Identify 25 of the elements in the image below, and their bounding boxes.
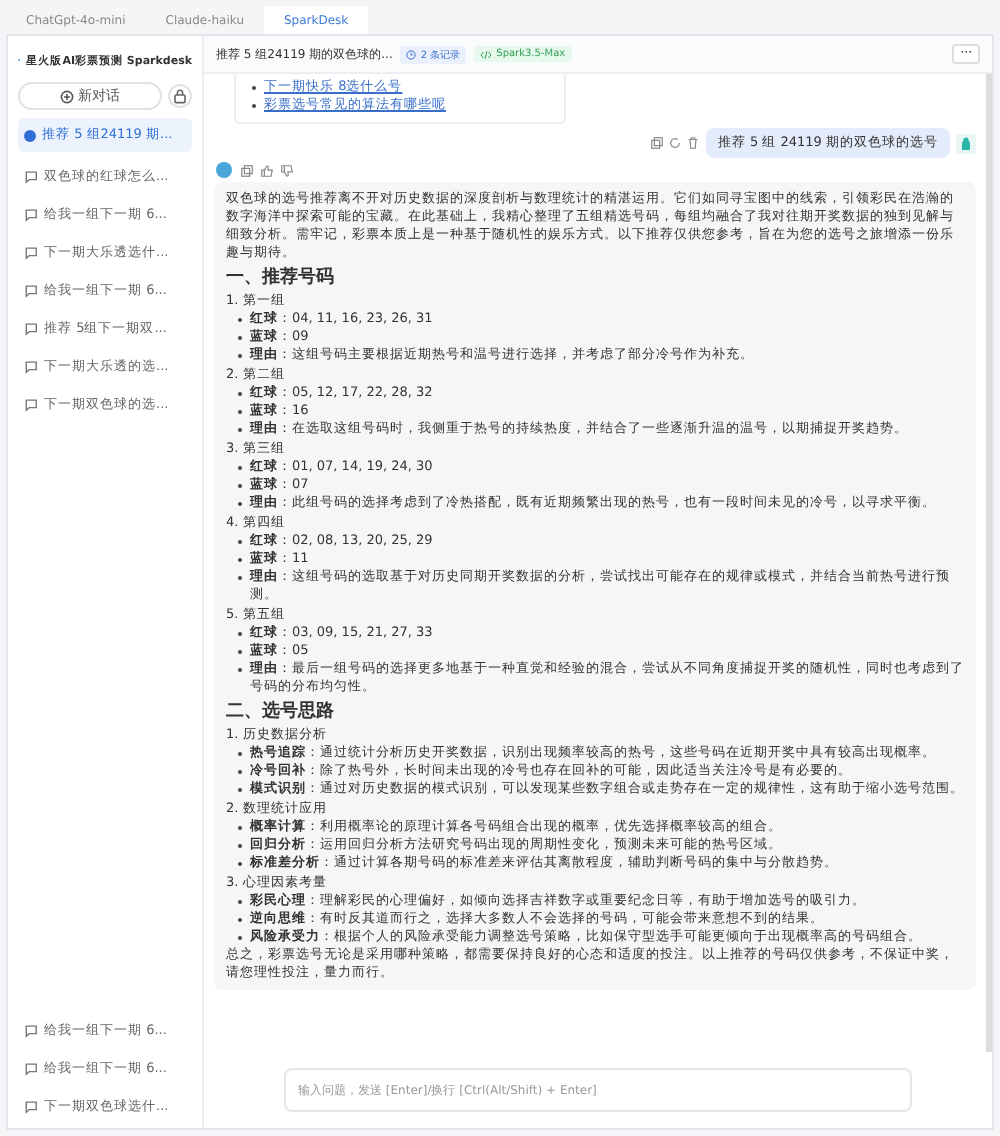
assistant-avatar-icon	[214, 160, 234, 180]
lock-button[interactable]	[168, 84, 192, 108]
chat-bubble-icon	[24, 322, 38, 336]
thumbs-down-icon[interactable]	[280, 163, 294, 177]
copy-icon[interactable]	[240, 163, 254, 177]
chat-bubble-icon	[24, 1024, 38, 1038]
thumbs-up-icon[interactable]	[260, 163, 274, 177]
code-icon	[480, 49, 493, 59]
section-heading: 二、选号思路	[226, 700, 336, 724]
chat-bubble-icon	[24, 360, 38, 374]
delete-icon[interactable]	[685, 136, 700, 150]
clock-icon	[406, 49, 417, 59]
copy-icon[interactable]	[649, 136, 664, 150]
chat-bubble-icon	[24, 208, 38, 222]
chat-bubble-icon	[24, 170, 38, 184]
user-avatar-icon	[956, 133, 976, 153]
plus-icon	[60, 89, 74, 103]
chat-bubble-icon	[24, 246, 38, 260]
chat-bubble-icon	[24, 1100, 38, 1114]
chat-bubble-icon	[24, 1062, 38, 1076]
refresh-icon[interactable]	[667, 136, 682, 150]
chat-bubble-icon	[24, 284, 38, 298]
active-dot-icon	[24, 129, 36, 141]
chat-bubble-icon	[24, 398, 38, 412]
section-heading: 一、推荐号码	[226, 266, 336, 290]
